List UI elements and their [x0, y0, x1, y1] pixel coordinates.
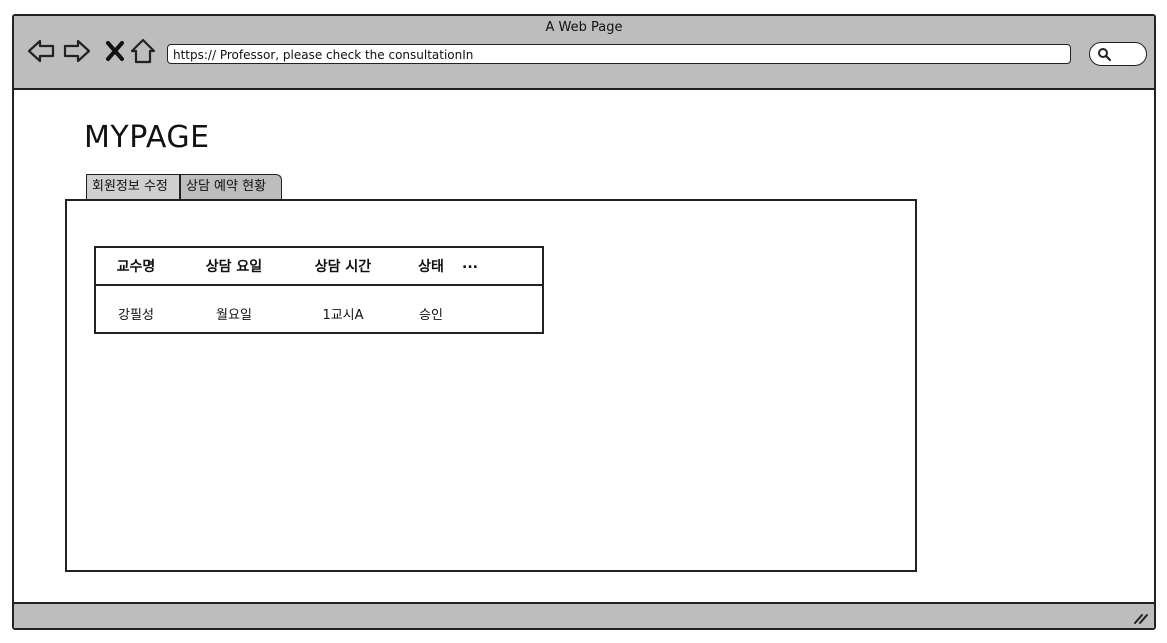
search-icon	[1098, 48, 1112, 62]
address-bar[interactable]: https:// Professor, please check the con…	[167, 44, 1071, 64]
search-button[interactable]	[1089, 42, 1147, 66]
cell-time: 1교시A	[322, 308, 364, 323]
window-title: A Web Page	[545, 20, 623, 35]
tab-consultation-status[interactable]: 상담 예약 현황	[180, 174, 282, 200]
consultation-table: 교수명 상담 요일 상담 시간 상태 ... 강필성 월요일 1교시A 승인	[94, 246, 544, 334]
resize-handle-icon[interactable]	[1132, 609, 1148, 625]
cell-day: 월요일	[216, 308, 252, 323]
tab-edit-member-info[interactable]: 회원정보 수정	[86, 174, 180, 200]
table-header: 교수명 상담 요일 상담 시간 상태 ...	[96, 248, 542, 286]
header-professor: 교수명	[116, 259, 156, 275]
forward-arrow-icon[interactable]	[62, 36, 92, 66]
page-title: MYPAGE	[84, 120, 210, 155]
header-time: 상담 시간	[314, 259, 372, 275]
cell-professor: 강필성	[118, 308, 154, 323]
close-x-icon[interactable]	[100, 36, 130, 66]
browser-window: A Web Page https:// Professor, please ch…	[12, 14, 1156, 630]
header-day: 상담 요일	[205, 259, 263, 275]
header-status: 상태	[418, 259, 444, 275]
header-more: ...	[462, 256, 478, 272]
home-icon[interactable]	[128, 36, 158, 66]
tab-content-panel: 교수명 상담 요일 상담 시간 상태 ... 강필성 월요일 1교시A 승인	[65, 199, 917, 572]
cell-status: 승인	[419, 308, 443, 323]
browser-statusbar	[14, 602, 1154, 628]
browser-titlebar: A Web Page https:// Professor, please ch…	[14, 16, 1154, 90]
back-arrow-icon[interactable]	[26, 36, 56, 66]
